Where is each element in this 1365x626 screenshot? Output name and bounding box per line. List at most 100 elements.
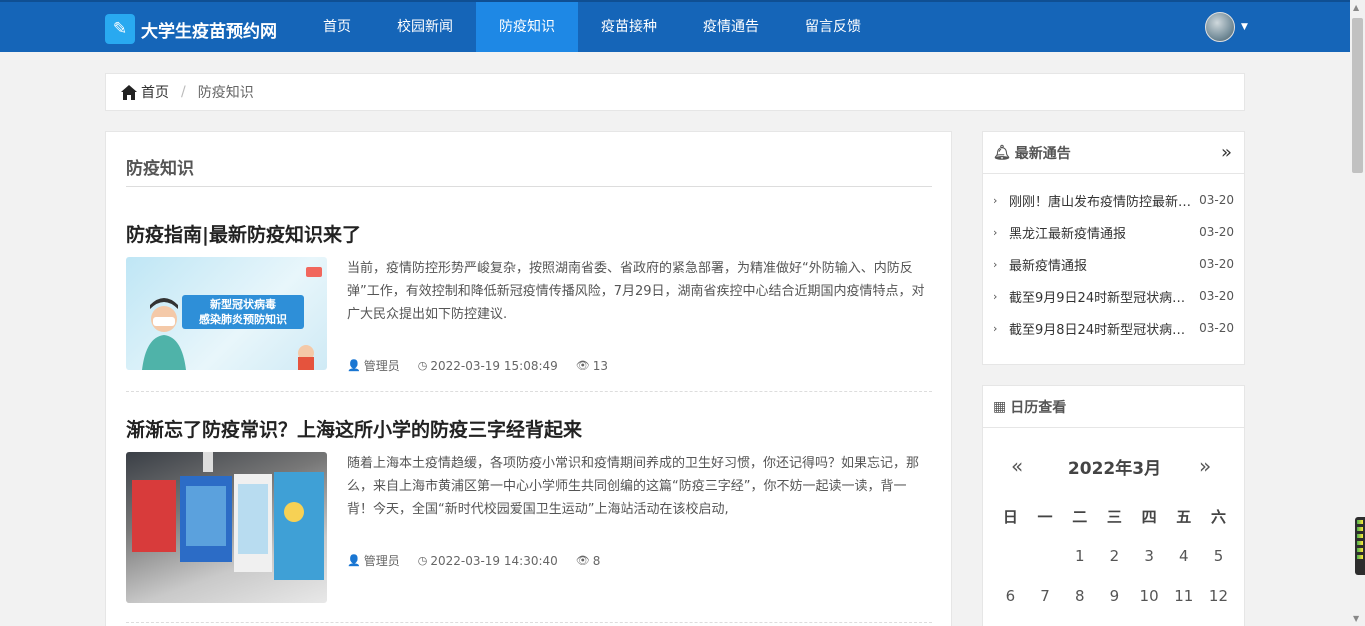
calendar-day[interactable]: 9 xyxy=(1097,587,1132,605)
calendar-day[interactable]: 3 xyxy=(1132,547,1167,565)
calendar-day[interactable]: 4 xyxy=(1166,547,1201,565)
notice-item[interactable]: › 截至9月9日24时新型冠状病毒肺炎疫情最新情况 03-20 xyxy=(983,280,1244,312)
calendar-day[interactable]: 1 xyxy=(1062,547,1097,565)
article-summary: 随着上海本土疫情趋缓，各项防疫小常识和疫情期间养成的卫生好习惯，你还记得吗？如果… xyxy=(347,456,920,517)
eye-icon: 👁 xyxy=(575,554,590,567)
calendar-week-row: 13 14 15 16 17 18 19 xyxy=(993,616,1236,626)
avatar[interactable] xyxy=(1205,12,1235,42)
notice-date: 03-20 xyxy=(1199,321,1234,335)
weekday-label: 一 xyxy=(1037,507,1053,526)
calendar-day[interactable]: 6 xyxy=(993,587,1028,605)
notice-item[interactable]: › 截至9月8日24时新型冠状病毒肺炎疫情最新情况 03-20 xyxy=(983,312,1244,344)
calendar-week-row: 6 7 8 9 10 11 12 xyxy=(993,576,1236,616)
article-time: 2022-03-19 14:30:40 xyxy=(430,553,558,568)
calendar-header: 2022年3月 « » xyxy=(983,454,1246,479)
bell-icon: 🔔︎ xyxy=(993,144,1011,161)
menu-item-campus-news[interactable]: 校园新闻 xyxy=(374,2,476,52)
thumbnail-text-line-1: 新型冠状病毒 xyxy=(210,297,276,311)
article-title[interactable]: 防疫指南|最新防疫知识来了 xyxy=(126,220,932,247)
notice-title: 最新疫情通报 xyxy=(1009,258,1088,274)
article-author: 管理员 xyxy=(363,554,400,568)
top-navbar: ✎ 大学生疫苗预约网 首页 校园新闻 防疫知识 疫苗接种 疫情通告 留言反馈 ▼ xyxy=(0,0,1350,52)
menu-item-home[interactable]: 首页 xyxy=(300,2,374,52)
caret-down-icon[interactable]: ▼ xyxy=(1241,22,1248,32)
scroll-down-arrow-icon[interactable]: ▼ xyxy=(1353,614,1359,623)
scroll-up-arrow-icon[interactable]: ▲ xyxy=(1353,3,1359,12)
article-thumbnail[interactable] xyxy=(126,452,327,603)
thumbnail-text-line-2: 感染肺炎预防知识 xyxy=(199,312,287,326)
calendar-grid: 日 一 二 三 四 五 六 1 2 3 4 5 6 7 8 9 10 11 12… xyxy=(993,496,1236,626)
article-meta: 👤 管理员 ◷ 2022-03-19 15:08:49 👁 13 xyxy=(347,357,626,374)
notice-date: 03-20 xyxy=(1199,257,1234,271)
chevron-right-icon: › xyxy=(993,257,998,271)
notice-item[interactable]: › 刚刚！唐山发布疫情防控最新通告 03-20 xyxy=(983,184,1244,216)
panel-header: ▦ 日历查看 xyxy=(983,386,1244,428)
clock-icon: ◷ xyxy=(417,554,428,567)
menu-item-feedback[interactable]: 留言反馈 xyxy=(782,2,884,52)
article-thumbnail[interactable]: 新型冠状病毒 感染肺炎预防知识 xyxy=(126,257,327,370)
site-title: 大学生疫苗预约网 xyxy=(141,21,277,42)
site-logo[interactable]: ✎ 大学生疫苗预约网 xyxy=(105,14,277,44)
divider xyxy=(126,622,932,623)
divider xyxy=(126,391,932,392)
weekday-label: 三 xyxy=(1106,507,1122,526)
side-float-widget[interactable] xyxy=(1355,517,1365,575)
notice-title: 截至9月8日24时新型冠状病毒肺炎疫情最新情况 xyxy=(1009,322,1191,338)
scrollbar-thumb[interactable] xyxy=(1352,18,1363,173)
divider xyxy=(126,186,932,187)
chevron-right-icon: › xyxy=(993,321,998,335)
menu-item-vaccination[interactable]: 疫苗接种 xyxy=(578,2,680,52)
breadcrumb-home-link[interactable]: 首页 xyxy=(141,82,169,102)
notice-date: 03-20 xyxy=(1199,193,1234,207)
user-icon: 👤 xyxy=(347,359,361,372)
weekday-label: 五 xyxy=(1176,507,1192,526)
calendar-day[interactable]: 10 xyxy=(1132,587,1167,605)
pencil-icon: ✎ xyxy=(105,14,135,44)
notice-item[interactable]: › 黑龙江最新疫情通报 03-20 xyxy=(983,216,1244,248)
calendar-icon: ▦ xyxy=(993,398,1007,415)
panel-title: 日历查看 xyxy=(1010,399,1067,416)
section-title: 防疫知识 xyxy=(126,159,194,179)
calendar-day[interactable]: 7 xyxy=(1028,587,1063,605)
notice-title: 截至9月9日24时新型冠状病毒肺炎疫情最新情况 xyxy=(1009,290,1191,306)
home-icon[interactable] xyxy=(121,84,137,100)
user-menu[interactable]: ▼ xyxy=(1205,12,1248,42)
calendar-day[interactable]: 2 xyxy=(1097,547,1132,565)
calendar-day[interactable]: 12 xyxy=(1201,587,1236,605)
breadcrumb: 首页 / 防疫知识 xyxy=(105,73,1245,111)
more-chevrons-icon[interactable]: » xyxy=(1221,142,1232,163)
calendar-day[interactable]: 5 xyxy=(1201,547,1236,565)
article-item: 防疫指南|最新防疫知识来了 新型冠状病毒 感染肺炎预防知识 当前，疫情防控形势严… xyxy=(126,220,932,373)
article-author: 管理员 xyxy=(363,359,400,373)
article-item: 渐渐忘了防疫常识？上海这所小学的防疫三字经背起来 随着上海本土疫情趋缓，各项防疫… xyxy=(126,415,932,603)
latest-notices-panel: 🔔︎ 最新通告 » › 刚刚！唐山发布疫情防控最新通告 03-20 › 黑龙江最… xyxy=(982,131,1245,365)
clock-icon: ◷ xyxy=(417,359,428,372)
main-menu: 首页 校园新闻 防疫知识 疫苗接种 疫情通告 留言反馈 xyxy=(300,2,884,52)
prev-month-button[interactable]: « xyxy=(1011,454,1023,478)
notice-date: 03-20 xyxy=(1199,225,1234,239)
weekday-label: 四 xyxy=(1141,507,1157,526)
article-list-panel: 防疫知识 防疫指南|最新防疫知识来了 新型冠状病毒 感染肺炎预防知识 当前，疫情… xyxy=(105,131,952,626)
article-summary: 当前，疫情防控形势严峻复杂，按照湖南省委、省政府的紧急部署，为精准做好“外防输入… xyxy=(347,261,925,322)
next-month-button[interactable]: » xyxy=(1199,454,1211,478)
calendar-week-row: 1 2 3 4 5 xyxy=(993,536,1236,576)
menu-item-prevention-knowledge[interactable]: 防疫知识 xyxy=(476,2,578,52)
notice-title: 黑龙江最新疫情通报 xyxy=(1009,226,1127,242)
calendar-panel: ▦ 日历查看 2022年3月 « » 日 一 二 三 四 五 六 1 2 3 4… xyxy=(982,385,1245,626)
breadcrumb-current: 防疫知识 xyxy=(197,85,254,101)
notice-list: › 刚刚！唐山发布疫情防控最新通告 03-20 › 黑龙江最新疫情通报 03-2… xyxy=(983,174,1244,344)
article-title[interactable]: 渐渐忘了防疫常识？上海这所小学的防疫三字经背起来 xyxy=(126,415,932,442)
chevron-right-icon: › xyxy=(993,193,998,207)
user-icon: 👤 xyxy=(347,554,361,567)
calendar-day[interactable]: 11 xyxy=(1166,587,1201,605)
weekday-label: 日 xyxy=(1002,507,1018,526)
menu-item-epidemic-notice[interactable]: 疫情通告 xyxy=(680,2,782,52)
chevron-right-icon: › xyxy=(993,289,998,303)
notice-title: 刚刚！唐山发布疫情防控最新通告 xyxy=(1009,194,1192,210)
calendar-weekdays: 日 一 二 三 四 五 六 xyxy=(993,496,1236,536)
calendar-day[interactable]: 8 xyxy=(1062,587,1097,605)
notice-item[interactable]: › 最新疫情通报 03-20 xyxy=(983,248,1244,280)
panel-title: 最新通告 xyxy=(1014,145,1071,162)
weekday-label: 六 xyxy=(1210,507,1226,526)
chevron-right-icon: › xyxy=(993,225,998,239)
